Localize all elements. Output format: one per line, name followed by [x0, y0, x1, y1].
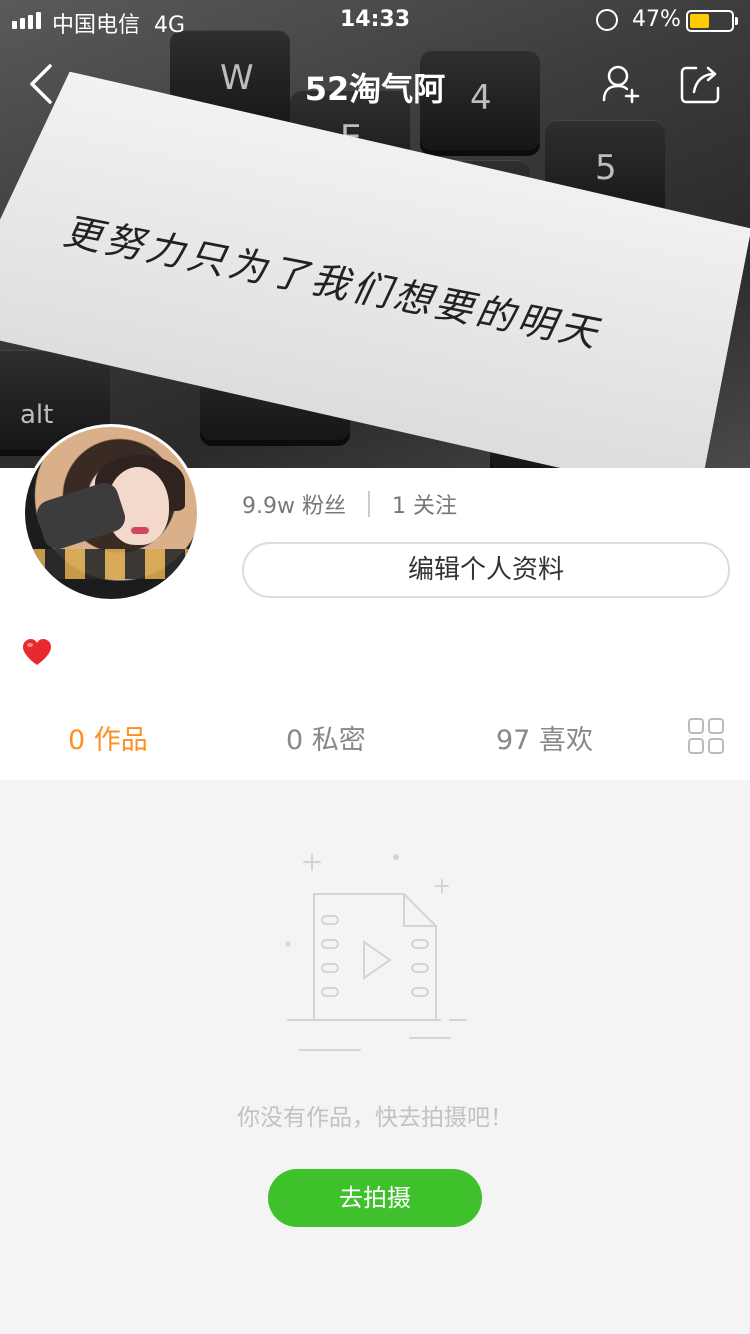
content-tabs: 0 作品 0 私密 97 喜欢	[0, 700, 750, 772]
grid-view-icon[interactable]	[688, 718, 724, 754]
following-count[interactable]: 1 关注	[392, 488, 457, 520]
add-friend-icon[interactable]	[600, 62, 642, 104]
empty-video-icon	[285, 853, 467, 1051]
key-label: alt	[20, 400, 54, 430]
rotation-lock-icon	[596, 9, 618, 31]
share-icon[interactable]	[680, 64, 722, 104]
battery-fill	[690, 14, 709, 28]
status-bar: 中国电信 4G 14:33 47%	[0, 0, 750, 40]
edit-profile-button[interactable]: 编辑个人资料	[242, 542, 730, 598]
tab-works[interactable]: 0 作品	[68, 718, 148, 757]
empty-message: 你没有作品，快去拍摄吧！	[237, 1105, 513, 1131]
key-label: 5	[595, 148, 617, 188]
followers-count[interactable]: 9.9w 粉丝	[242, 488, 346, 520]
heart-icon	[23, 639, 51, 665]
battery-percent: 47%	[632, 7, 681, 32]
tab-private[interactable]: 0 私密	[286, 718, 366, 757]
stats-divider	[367, 491, 370, 517]
battery-icon	[686, 10, 738, 32]
tab-likes[interactable]: 97 喜欢	[496, 718, 593, 757]
go-shoot-button[interactable]: 去拍摄	[268, 1169, 482, 1227]
avatar[interactable]	[22, 424, 200, 602]
follow-stats: 9.9w 粉丝 1 关注	[242, 488, 457, 520]
